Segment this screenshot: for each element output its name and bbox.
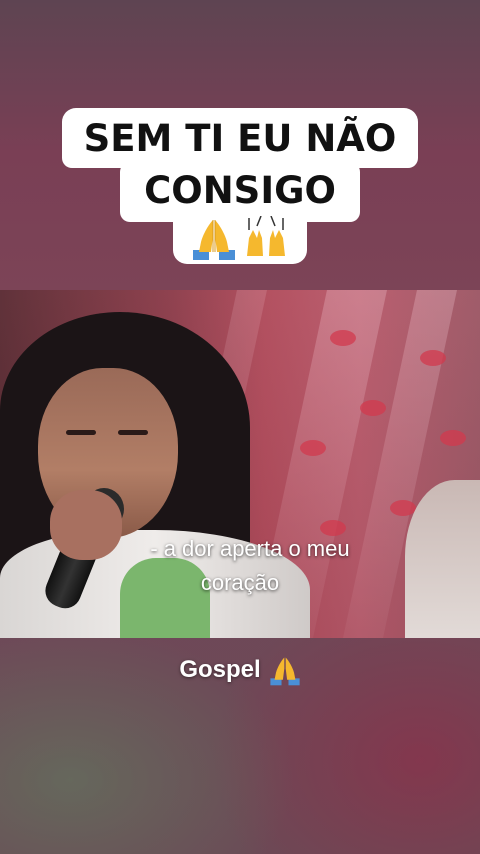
title-emoji-row — [173, 216, 307, 264]
title-line-1: SEM TI EU NÃO — [61, 108, 419, 168]
decor-petal — [360, 400, 386, 416]
subtitle-dash: - — [150, 536, 158, 561]
subtitle-line-2: coração — [200, 570, 280, 595]
title-line-2: CONSIGO — [120, 162, 360, 222]
singer-eye — [118, 430, 148, 435]
singer-eye — [66, 430, 96, 435]
praying-hands-icon — [191, 216, 237, 260]
gospel-caption: Gospel — [0, 650, 480, 690]
subtitle-text-1: a dor aperta o meu — [163, 536, 350, 561]
praying-hands-icon — [269, 654, 301, 686]
decor-petal — [330, 330, 356, 346]
title-caption: SEM TI EU NÃO CONSIGO — [0, 108, 480, 264]
subtitle-line-1: -a dor aperta o meu — [0, 532, 480, 566]
video-screen[interactable]: SEM TI EU NÃO CONSIGO - a dor aperta o m… — [0, 0, 480, 854]
gospel-text: Gospel — [179, 656, 261, 683]
raising-hands-icon — [243, 216, 289, 260]
decor-petal — [420, 350, 446, 366]
decor-petal — [440, 430, 466, 446]
decor-petal — [300, 440, 326, 456]
